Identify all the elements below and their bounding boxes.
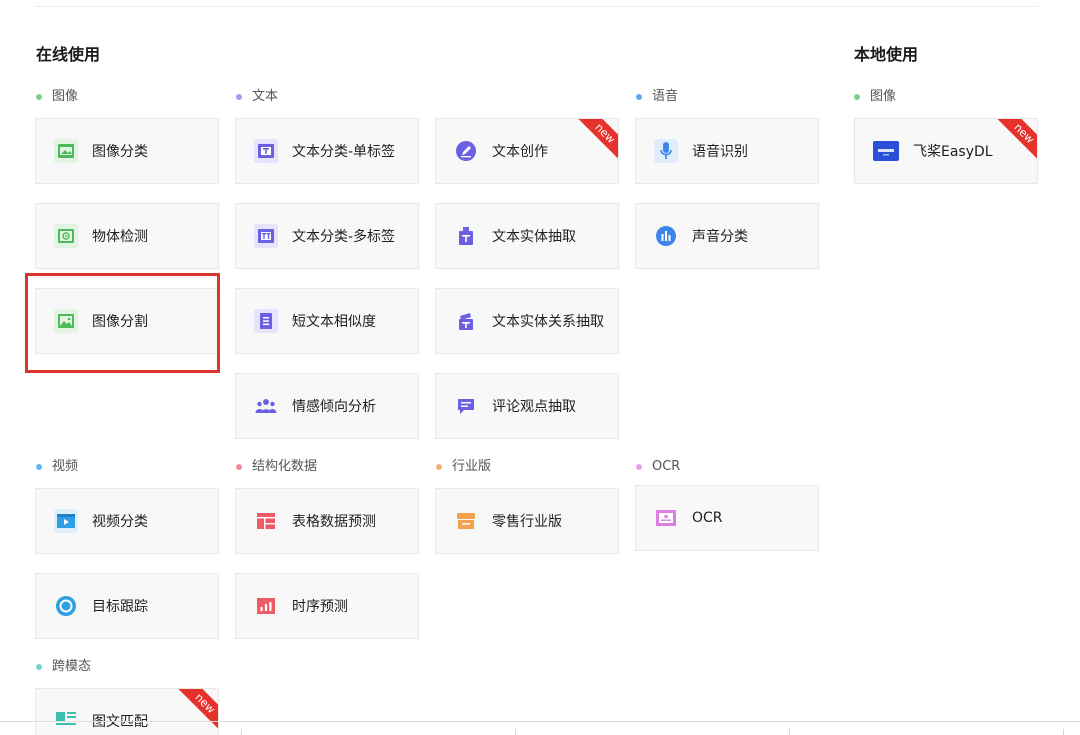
category-dot [236, 464, 242, 470]
card-entity-relation-extraction[interactable]: 文本实体关系抽取 [435, 288, 619, 354]
chart-icon [254, 594, 278, 618]
category-local-image: 图像 [854, 88, 896, 106]
card-label: 评论观点抽取 [492, 399, 576, 415]
category-ocr: OCR [636, 458, 680, 476]
top-divider [35, 6, 1038, 7]
card-object-tracking[interactable]: 目标跟踪 [35, 573, 219, 639]
text-tag-icon [254, 139, 278, 163]
category-dot [36, 94, 42, 100]
card-entity-extraction[interactable]: 文本实体抽取 [435, 203, 619, 269]
category-dot [636, 464, 642, 470]
category-speech: 语音 [636, 88, 678, 106]
card-video-classification[interactable]: 视频分类 [35, 488, 219, 554]
table-icon [254, 509, 278, 533]
new-badge: new [575, 119, 618, 163]
category-dot [636, 94, 642, 100]
card-label: 声音分类 [692, 229, 748, 245]
card-text-creation[interactable]: 文本创作 new [435, 118, 619, 184]
card-label: 零售行业版 [492, 514, 562, 530]
local-section-title: 本地使用 [854, 45, 919, 64]
easydl-logo-icon [873, 141, 899, 161]
detection-icon [54, 224, 78, 248]
card-text-multi-label[interactable]: 文本分类-多标签 [235, 203, 419, 269]
category-dot [36, 664, 42, 670]
highlight-box [25, 273, 220, 373]
card-text-single-label[interactable]: 文本分类-单标签 [235, 118, 419, 184]
card-sentiment-analysis[interactable]: 情感倾向分析 [235, 373, 419, 439]
bottom-tick [241, 729, 242, 735]
card-speech-recognition[interactable]: 语音识别 [635, 118, 819, 184]
card-label: 文本分类-多标签 [292, 229, 396, 245]
category-text: 文本 [236, 88, 278, 106]
category-label: 跨模态 [52, 659, 92, 674]
card-ocr[interactable]: OCR [635, 485, 819, 551]
category-dot [36, 464, 42, 470]
category-dot [854, 94, 860, 100]
card-label: 目标跟踪 [92, 599, 148, 615]
card-label: 飞桨EasyDL [913, 144, 993, 160]
category-structured: 结构化数据 [236, 458, 317, 476]
bottom-tick [789, 729, 790, 735]
card-label: 表格数据预测 [292, 514, 376, 530]
comment-icon [454, 394, 478, 418]
bottom-tick [1063, 729, 1064, 735]
new-badge: new [994, 119, 1037, 163]
image-text-icon [54, 707, 78, 731]
category-cross-modal: 跨模态 [36, 658, 91, 676]
card-label: 文本分类-单标签 [292, 144, 396, 160]
ocr-icon [654, 506, 678, 530]
category-label: 视频 [52, 459, 79, 474]
category-dot [236, 94, 242, 100]
boxes-icon [454, 309, 478, 333]
card-paddle-easydl[interactable]: 飞桨EasyDL new [854, 118, 1038, 184]
category-image: 图像 [36, 88, 78, 106]
card-label: 文本创作 [492, 144, 548, 160]
video-icon [54, 509, 78, 533]
card-label: OCR [692, 510, 723, 526]
card-label: 物体检测 [92, 229, 148, 245]
card-image-text-match[interactable]: 图文匹配 new [35, 688, 219, 735]
category-label: OCR [652, 459, 681, 474]
card-label: 视频分类 [92, 514, 148, 530]
category-label: 结构化数据 [252, 459, 318, 474]
card-opinion-extraction[interactable]: 评论观点抽取 [435, 373, 619, 439]
pen-icon [454, 139, 478, 163]
sound-bars-icon [654, 224, 678, 248]
bottom-tick [515, 729, 516, 735]
card-object-detection[interactable]: 物体检测 [35, 203, 219, 269]
document-icon [254, 309, 278, 333]
card-image-classification[interactable]: 图像分类 [35, 118, 219, 184]
category-label: 文本 [252, 89, 279, 104]
category-label: 行业版 [452, 459, 492, 474]
new-badge: new [175, 689, 218, 733]
people-icon [254, 394, 278, 418]
shop-icon [454, 509, 478, 533]
card-label: 时序预测 [292, 599, 348, 615]
card-label: 文本实体关系抽取 [492, 314, 604, 330]
card-sound-classification[interactable]: 声音分类 [635, 203, 819, 269]
text-tag-icon [254, 224, 278, 248]
card-label: 情感倾向分析 [292, 399, 376, 415]
category-video: 视频 [36, 458, 78, 476]
card-label: 短文本相似度 [292, 314, 376, 330]
card-label: 语音识别 [692, 144, 748, 160]
card-label: 图像分类 [92, 144, 148, 160]
category-label: 语音 [652, 89, 679, 104]
category-industry: 行业版 [436, 458, 491, 476]
box-icon [454, 224, 478, 248]
online-section-title: 在线使用 [36, 45, 101, 64]
card-retail[interactable]: 零售行业版 [435, 488, 619, 554]
category-dot [436, 464, 442, 470]
image-icon [54, 139, 78, 163]
category-label: 图像 [870, 89, 897, 104]
card-table-prediction[interactable]: 表格数据预测 [235, 488, 419, 554]
card-short-text-similarity[interactable]: 短文本相似度 [235, 288, 419, 354]
microphone-icon [654, 139, 678, 163]
card-label: 文本实体抽取 [492, 229, 576, 245]
category-label: 图像 [52, 89, 79, 104]
target-icon [54, 594, 78, 618]
card-time-series[interactable]: 时序预测 [235, 573, 419, 639]
bottom-divider [0, 721, 1080, 722]
